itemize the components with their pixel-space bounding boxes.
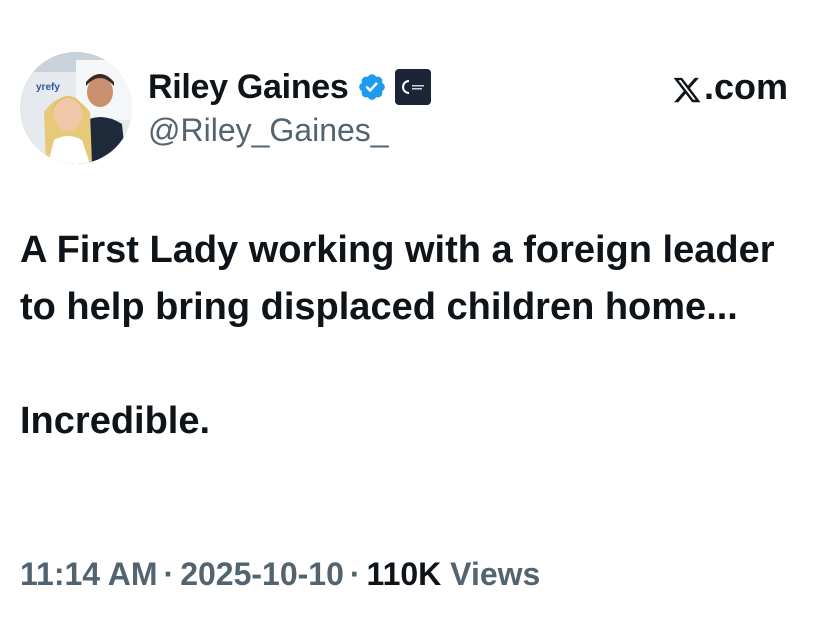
avatar-photo: yrefy (20, 52, 132, 164)
author-handle[interactable]: @Riley_Gaines_ (148, 112, 389, 149)
meta-separator: · (163, 556, 175, 592)
views-count: 110K (366, 556, 442, 592)
verified-badge-icon[interactable] (357, 72, 387, 102)
avatar[interactable]: yrefy (20, 52, 132, 164)
tweet-card: yrefy Riley Gaines @Riley_Gaines_ .com A… (0, 0, 828, 631)
views-label: Views (450, 556, 541, 592)
x-logo-icon (672, 72, 702, 103)
brand-domain-label: .com (703, 66, 788, 107)
tweet-meta: 11:14 AM · 2025-10-10 · 110K Views (20, 556, 540, 593)
meta-separator: · (349, 556, 361, 592)
author-name-row: Riley Gaines (148, 64, 431, 110)
tweet-paragraph: Incredible. (20, 400, 211, 442)
tweet-time[interactable]: 11:14 AM (20, 556, 158, 592)
tweet-paragraph: A First Lady working with a foreign lead… (20, 229, 775, 328)
x-brand: .com (672, 66, 788, 108)
affiliate-badge-icon[interactable] (394, 69, 431, 105)
tweet-date[interactable]: 2025-10-10 (180, 556, 344, 592)
tweet-text: A First Lady working with a foreign lead… (20, 222, 810, 450)
author-display-name[interactable]: Riley Gaines (148, 68, 349, 107)
avatar-sponsor-text: yrefy (36, 82, 60, 93)
